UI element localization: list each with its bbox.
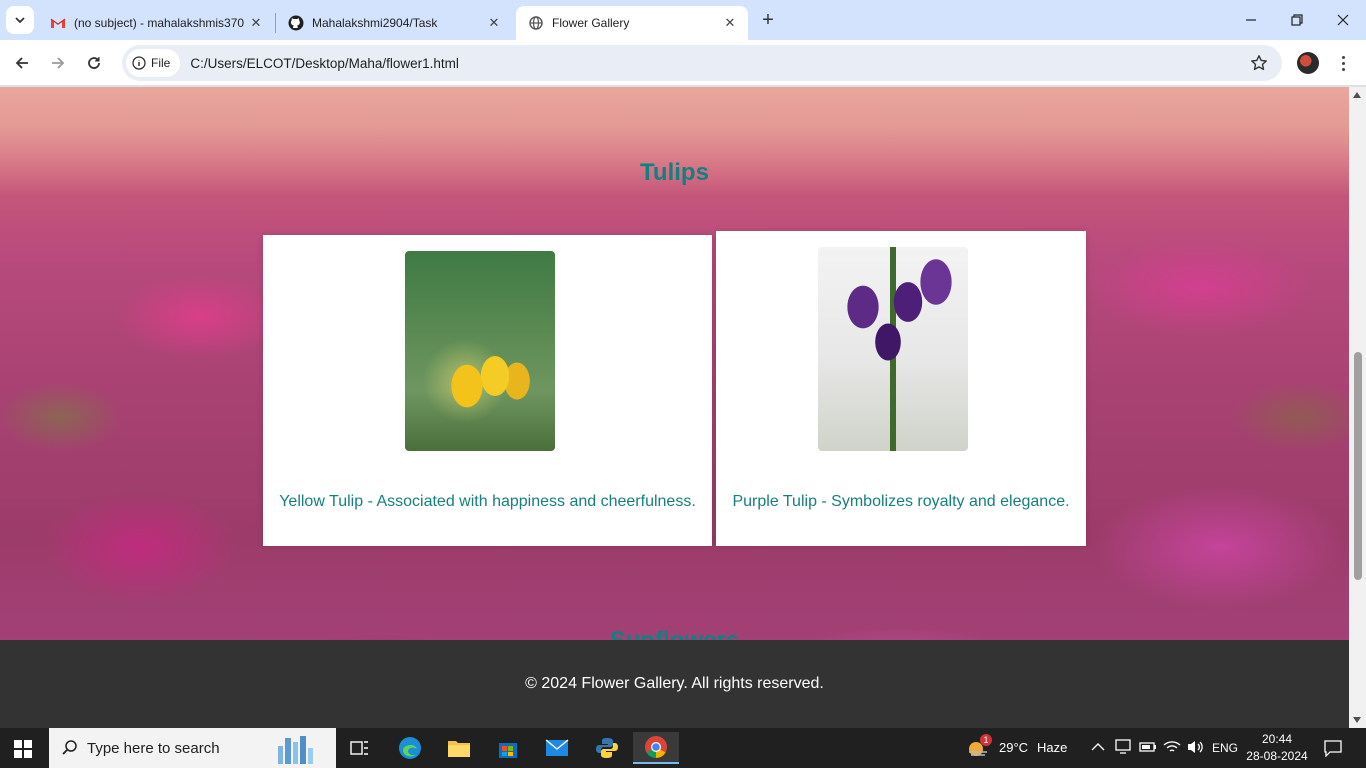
profile-avatar[interactable]: [1297, 52, 1319, 74]
search-icon: [62, 740, 77, 755]
chrome-taskbar-button[interactable]: [633, 732, 679, 764]
browser-toolbar: File C:/Users/ELCOT/Desktop/Maha/flower1…: [0, 40, 1366, 86]
close-tab-icon[interactable]: ✕: [486, 15, 502, 31]
weather-widget-icon[interactable]: 1: [966, 734, 992, 760]
store-icon: [499, 743, 517, 758]
clock-time: 20:44: [1261, 732, 1293, 746]
tab-strip: (no subject) - mahalakshmis370 ✕ Mahalak…: [0, 0, 1366, 40]
footer-copyright: © 2024 Flower Gallery. All rights reserv…: [525, 675, 824, 692]
card-caption: Purple Tulip - Symbolizes royalty and el…: [732, 493, 1070, 510]
globe-icon: [528, 15, 544, 31]
wifi-icon[interactable]: [1163, 739, 1181, 755]
edge-icon: [399, 737, 421, 759]
tab-flower-gallery[interactable]: Flower Gallery ✕: [516, 6, 748, 40]
folder-icon: [448, 741, 470, 757]
tab-github[interactable]: Mahalakshmi2904/Task ✕: [276, 6, 512, 40]
scrollbar-thumb[interactable]: [1354, 352, 1362, 580]
windows-start-button[interactable]: [14, 740, 32, 758]
forward-button[interactable]: [44, 49, 72, 77]
close-tab-icon[interactable]: ✕: [248, 15, 264, 31]
file-explorer-taskbar-button[interactable]: [437, 732, 481, 764]
notification-center-icon[interactable]: [1324, 739, 1342, 757]
input-language[interactable]: ENG: [1212, 741, 1238, 755]
url-text[interactable]: C:/Users/ELCOT/Desktop/Maha/flower1.html: [190, 56, 459, 71]
show-hidden-icons-chevron-icon[interactable]: [1091, 742, 1105, 752]
python-icon: [596, 738, 618, 758]
close-tab-icon[interactable]: ✕: [722, 15, 738, 31]
mail-taskbar-button[interactable]: [535, 732, 579, 764]
info-icon: [132, 56, 146, 70]
restore-icon: [1291, 14, 1303, 26]
weather-badge: 1: [980, 734, 992, 746]
page-viewport: Tulips Yellow Tulip - Associated with ha…: [0, 87, 1349, 728]
tab-title: Flower Gallery: [552, 16, 630, 30]
arrow-left-icon: [15, 57, 28, 69]
page-scrollbar[interactable]: [1349, 87, 1366, 728]
flower-card-purple-tulip: Purple Tulip - Symbolizes royalty and el…: [716, 231, 1086, 546]
browser-menu-button[interactable]: [1334, 52, 1352, 74]
windows-taskbar: Type here to search 1 29°C Haze ENG 20:4…: [0, 728, 1366, 768]
scroll-up-arrow-icon[interactable]: [1353, 92, 1361, 98]
restore-button[interactable]: [1274, 0, 1320, 40]
chrome-icon: [645, 736, 667, 758]
minimize-button[interactable]: [1228, 0, 1274, 40]
taskbar-search-box[interactable]: Type here to search: [49, 728, 336, 768]
chevron-down-icon: [15, 17, 25, 24]
tab-gmail[interactable]: (no subject) - mahalakshmis370 ✕: [38, 6, 274, 40]
task-view-button[interactable]: [338, 732, 382, 764]
weather-temperature[interactable]: 29°C: [999, 740, 1028, 755]
purple-tulip-image: [818, 247, 968, 451]
python-taskbar-button[interactable]: [585, 732, 629, 764]
edge-taskbar-button[interactable]: [388, 732, 432, 764]
github-icon: [288, 15, 304, 31]
reload-button[interactable]: [80, 49, 108, 77]
scroll-down-arrow-icon[interactable]: [1353, 717, 1361, 723]
plus-icon: +: [762, 8, 774, 31]
back-button[interactable]: [8, 49, 36, 77]
volume-icon[interactable]: [1186, 739, 1204, 755]
battery-icon[interactable]: [1139, 741, 1157, 753]
tab-title: Mahalakshmi2904/Task: [312, 16, 438, 30]
page-footer: © 2024 Flower Gallery. All rights reserv…: [0, 640, 1349, 728]
address-bar[interactable]: File C:/Users/ELCOT/Desktop/Maha/flower1…: [122, 45, 1282, 81]
yellow-tulip-image: [405, 251, 555, 451]
mail-icon: [545, 739, 569, 756]
close-window-button[interactable]: [1320, 0, 1366, 40]
new-tab-button[interactable]: +: [756, 8, 780, 32]
weather-condition[interactable]: Haze: [1037, 740, 1067, 755]
reload-icon: [88, 57, 100, 69]
task-view-icon: [350, 741, 368, 755]
close-icon: [1337, 14, 1349, 26]
site-info-chip[interactable]: File: [126, 49, 181, 77]
flower-card-yellow-tulip: Yellow Tulip - Associated with happiness…: [263, 235, 712, 546]
minimize-icon: [1246, 19, 1256, 21]
tab-title: (no subject) - mahalakshmis370: [74, 16, 245, 30]
gmail-icon: [50, 15, 66, 31]
taskbar-search-placeholder: Type here to search: [87, 739, 220, 757]
city-skyline-icon: [278, 736, 313, 764]
card-caption: Yellow Tulip - Associated with happiness…: [279, 493, 696, 510]
clock-date: 28-08-2024: [1246, 749, 1308, 763]
bookmark-star-icon[interactable]: [1250, 54, 1268, 72]
site-info-label: File: [151, 56, 171, 70]
section-title-tulips: Tulips: [640, 159, 709, 186]
arrow-right-icon: [52, 57, 65, 69]
device-icon[interactable]: [1114, 739, 1132, 755]
system-clock[interactable]: 20:44 28-08-2024: [1240, 731, 1314, 765]
store-taskbar-button[interactable]: [486, 732, 530, 764]
tab-search-button[interactable]: [6, 6, 34, 34]
